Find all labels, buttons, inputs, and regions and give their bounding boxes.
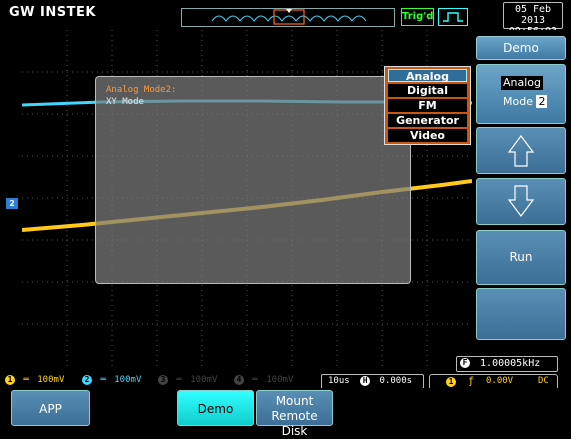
up-arrow-button[interactable]: [476, 127, 566, 174]
trigger-source-badge: 1: [446, 377, 456, 387]
frequency-icon: F: [460, 358, 470, 368]
side-menu: Demo Analog Mode 2 Run: [472, 30, 571, 373]
ch4-status: 4 ═ 100mV: [234, 374, 293, 387]
brand-logo: GW INSTEK: [9, 5, 96, 20]
menu-item-fm[interactable]: FM: [388, 99, 467, 112]
mode-label: Mode 2: [503, 95, 548, 108]
ch2-position-marker: 2: [6, 198, 18, 209]
mount-label-line2: Remote Disk: [271, 409, 318, 438]
demo-info-overlay: Analog Mode2: XY Mode: [95, 76, 411, 284]
menu-item-digital[interactable]: Digital: [388, 84, 467, 97]
ch1-coupling-icon: ═: [23, 375, 29, 385]
bottom-menu: APP Demo Mount Remote Disk: [0, 388, 571, 438]
ch3-scale: 100mV: [190, 375, 218, 385]
date-text: 05 Feb 2013: [514, 4, 552, 26]
overlay-mode-title: Analog Mode2:: [106, 85, 177, 95]
analog-mode-button[interactable]: Analog Mode 2: [476, 64, 566, 124]
timebase-position: 0.000s: [379, 376, 413, 386]
trigger-coupling: DC: [538, 376, 549, 386]
top-status-bar: GW INSTEK Trig'd 05 Feb 2013 09:56:03: [0, 0, 571, 37]
empty-side-button[interactable]: [476, 288, 566, 340]
ch2-scale: 100mV: [114, 375, 142, 385]
ch1-scale: 100mV: [37, 375, 65, 385]
ch2-status: 2 ═ 100mV: [82, 374, 141, 387]
horizontal-position-icon: H: [360, 375, 371, 386]
analog-mode-label: Analog: [501, 76, 543, 90]
mount-label-line1: Mount: [275, 394, 314, 408]
overview-wave-svg: [211, 9, 367, 25]
ch2-badge: 2: [82, 374, 92, 385]
down-arrow-icon: [507, 185, 535, 217]
up-arrow-icon: [507, 135, 535, 167]
frequency-readout: F 1.00005kHz: [456, 356, 558, 372]
mode-value: 2: [536, 95, 548, 108]
mode-label-text: Mode: [503, 95, 533, 108]
menu-item-generator[interactable]: Generator: [388, 114, 467, 127]
ch2-coupling-icon: ═: [100, 375, 106, 385]
waveform-overview: [181, 8, 395, 27]
ch1-badge: 1: [5, 374, 15, 385]
demo-button[interactable]: Demo: [177, 390, 254, 426]
trigger-level: 0.00V: [486, 376, 514, 386]
app-button[interactable]: APP: [11, 390, 90, 426]
ch3-coupling-icon: ═: [176, 375, 182, 385]
ch1-status: 1 ═ 100mV: [5, 374, 64, 387]
trigger-edge-symbol: ƒ: [468, 376, 475, 387]
trigger-status-badge: Trig'd: [401, 8, 434, 26]
analog-mode-popup: Analog Digital FM Generator Video: [384, 66, 471, 145]
trigger-edge-icon: [438, 8, 468, 26]
timebase-scale: 10us: [328, 376, 350, 386]
ch3-badge: 3: [158, 374, 168, 385]
ch4-scale: 100mV: [266, 375, 294, 385]
mount-remote-disk-button[interactable]: Mount Remote Disk: [256, 390, 333, 438]
ch4-badge: 4: [234, 374, 244, 385]
menu-item-video[interactable]: Video: [388, 129, 467, 142]
down-arrow-button[interactable]: [476, 178, 566, 225]
overlay-mode-name: XY Mode: [106, 97, 144, 107]
date-time-display: 05 Feb 2013 09:56:03: [503, 2, 563, 37]
frequency-value: 1.00005kHz: [480, 358, 541, 369]
run-button[interactable]: Run: [476, 230, 566, 285]
timebase-readout: 10us H 0.000s: [321, 374, 424, 389]
side-menu-title: Demo: [476, 36, 566, 60]
ch3-status: 3 ═ 100mV: [158, 374, 217, 387]
ch4-coupling-icon: ═: [252, 375, 258, 385]
menu-item-analog[interactable]: Analog: [388, 69, 467, 83]
